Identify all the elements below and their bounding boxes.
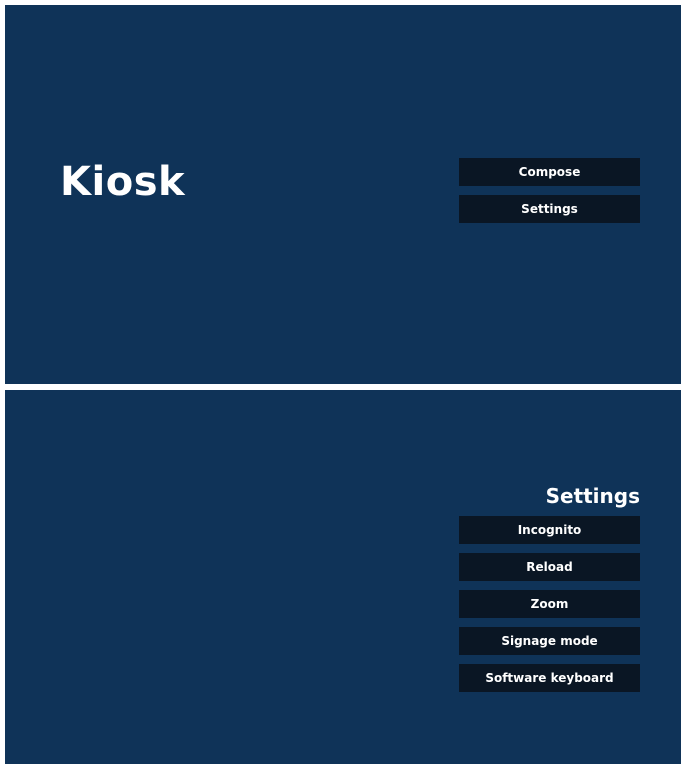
zoom-button[interactable]: Zoom <box>459 590 640 618</box>
main-menu: Compose Settings <box>459 158 640 223</box>
settings-screen: Settings Incognito Reload Zoom Signage m… <box>5 390 681 764</box>
settings-menu: Incognito Reload Zoom Signage mode Softw… <box>459 516 640 692</box>
incognito-button[interactable]: Incognito <box>459 516 640 544</box>
signage-mode-button[interactable]: Signage mode <box>459 627 640 655</box>
app-title: Kiosk <box>60 159 186 205</box>
kiosk-main-screen: Kiosk Compose Settings <box>5 5 681 384</box>
compose-button[interactable]: Compose <box>459 158 640 186</box>
settings-button[interactable]: Settings <box>459 195 640 223</box>
reload-button[interactable]: Reload <box>459 553 640 581</box>
software-keyboard-button[interactable]: Software keyboard <box>459 664 640 692</box>
settings-heading: Settings <box>545 484 640 508</box>
